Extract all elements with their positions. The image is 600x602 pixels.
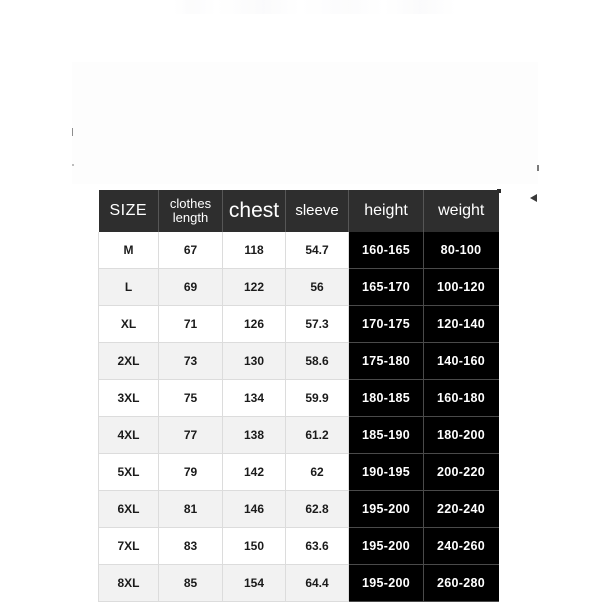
cell-chest: 126 xyxy=(222,305,286,343)
cell-weight: 180-200 xyxy=(423,416,499,454)
cell-sleeve: 62 xyxy=(285,453,349,491)
cell-length: 71 xyxy=(158,305,223,343)
cell-sleeve: 58.6 xyxy=(285,342,349,380)
cell-chest: 146 xyxy=(222,490,286,528)
table-row: M 67 118 54.7 160-165 80-100 xyxy=(98,232,499,269)
cell-length: 83 xyxy=(158,527,223,565)
table-row: 3XL 75 134 59.9 180-185 160-180 xyxy=(98,379,499,417)
cell-height: 180-185 xyxy=(348,379,424,417)
cell-length: 79 xyxy=(158,453,223,491)
right-edge-mark xyxy=(537,165,539,171)
cell-sleeve: 63.6 xyxy=(285,527,349,565)
cell-sleeve: 54.7 xyxy=(285,232,349,269)
cell-sleeve: 57.3 xyxy=(285,305,349,343)
cell-size: 4XL xyxy=(98,416,159,454)
cell-chest: 122 xyxy=(222,268,286,306)
column-header-weight: weight xyxy=(423,190,499,232)
cell-chest: 150 xyxy=(222,527,286,565)
cell-length: 67 xyxy=(158,232,223,269)
cell-sleeve: 64.4 xyxy=(285,564,349,602)
right-arrow-mark xyxy=(530,194,537,202)
left-edge-mark xyxy=(72,128,73,136)
column-header-clothes-line2: length xyxy=(172,210,209,225)
cell-weight: 100-120 xyxy=(423,268,499,306)
cell-chest: 142 xyxy=(222,453,286,491)
cell-sleeve: 62.8 xyxy=(285,490,349,528)
column-header-chest: chest xyxy=(222,190,286,232)
cell-weight: 200-220 xyxy=(423,453,499,491)
cell-sleeve: 61.2 xyxy=(285,416,349,454)
cell-sleeve: 59.9 xyxy=(285,379,349,417)
column-header-clothes-length: clothes length xyxy=(158,190,223,232)
cell-size: XL xyxy=(98,305,159,343)
table-row: L 69 122 56 165-170 100-120 xyxy=(98,268,499,306)
table-row: 8XL 85 154 64.4 195-200 260-280 xyxy=(98,564,499,602)
cell-length: 75 xyxy=(158,379,223,417)
cell-weight: 240-260 xyxy=(423,527,499,565)
column-header-sleeve: sleeve xyxy=(285,190,349,232)
cell-height: 195-200 xyxy=(348,564,424,602)
cell-chest: 154 xyxy=(222,564,286,602)
table-row: XL 71 126 57.3 170-175 120-140 xyxy=(98,305,499,343)
cell-height: 165-170 xyxy=(348,268,424,306)
cell-length: 69 xyxy=(158,268,223,306)
left-edge-dot xyxy=(72,164,74,166)
table-row: 5XL 79 142 62 190-195 200-220 xyxy=(98,453,499,491)
cell-height: 195-200 xyxy=(348,490,424,528)
cell-length: 81 xyxy=(158,490,223,528)
cell-height: 175-180 xyxy=(348,342,424,380)
cell-size: 5XL xyxy=(98,453,159,491)
cell-sleeve: 56 xyxy=(285,268,349,306)
cell-size: 3XL xyxy=(98,379,159,417)
header-row: SIZE clothes length chest sleeve height w… xyxy=(98,190,499,232)
table-row: 7XL 83 150 63.6 195-200 240-260 xyxy=(98,527,499,565)
cell-size: 2XL xyxy=(98,342,159,380)
cell-weight: 160-180 xyxy=(423,379,499,417)
table-row: 6XL 81 146 62.8 195-200 220-240 xyxy=(98,490,499,528)
cell-weight: 260-280 xyxy=(423,564,499,602)
cell-chest: 130 xyxy=(222,342,286,380)
cell-weight: 120-140 xyxy=(423,305,499,343)
cell-height: 170-175 xyxy=(348,305,424,343)
cell-height: 160-165 xyxy=(348,232,424,269)
cell-length: 73 xyxy=(158,342,223,380)
cell-size: 8XL xyxy=(98,564,159,602)
cell-length: 85 xyxy=(158,564,223,602)
column-header-clothes-line1: clothes xyxy=(169,196,212,212)
upper-blank-panel xyxy=(72,62,538,184)
top-artifact-band xyxy=(0,0,600,14)
cell-weight: 140-160 xyxy=(423,342,499,380)
cell-height: 185-190 xyxy=(348,416,424,454)
cell-size: M xyxy=(98,232,159,269)
cell-size: L xyxy=(98,268,159,306)
table-row: 2XL 73 130 58.6 175-180 140-160 xyxy=(98,342,499,380)
cell-chest: 138 xyxy=(222,416,286,454)
cell-chest: 134 xyxy=(222,379,286,417)
cell-chest: 118 xyxy=(222,232,286,269)
column-header-height: height xyxy=(348,190,424,232)
size-chart-body: M 67 118 54.7 160-165 80-100 L 69 122 56 165-170 10… xyxy=(98,232,499,602)
cell-size: 7XL xyxy=(98,527,159,565)
size-chart-header: SIZE clothes length chest sleeve height w… xyxy=(98,190,499,232)
column-header-size: SIZE xyxy=(98,190,159,232)
cell-size: 6XL xyxy=(98,490,159,528)
cell-height: 195-200 xyxy=(348,527,424,565)
cell-weight: 220-240 xyxy=(423,490,499,528)
size-chart-table: SIZE clothes length chest sleeve height w… xyxy=(98,190,499,602)
cell-length: 77 xyxy=(158,416,223,454)
cell-weight: 80-100 xyxy=(423,232,499,269)
table-row: 4XL 77 138 61.2 185-190 180-200 xyxy=(98,416,499,454)
cell-height: 190-195 xyxy=(348,453,424,491)
